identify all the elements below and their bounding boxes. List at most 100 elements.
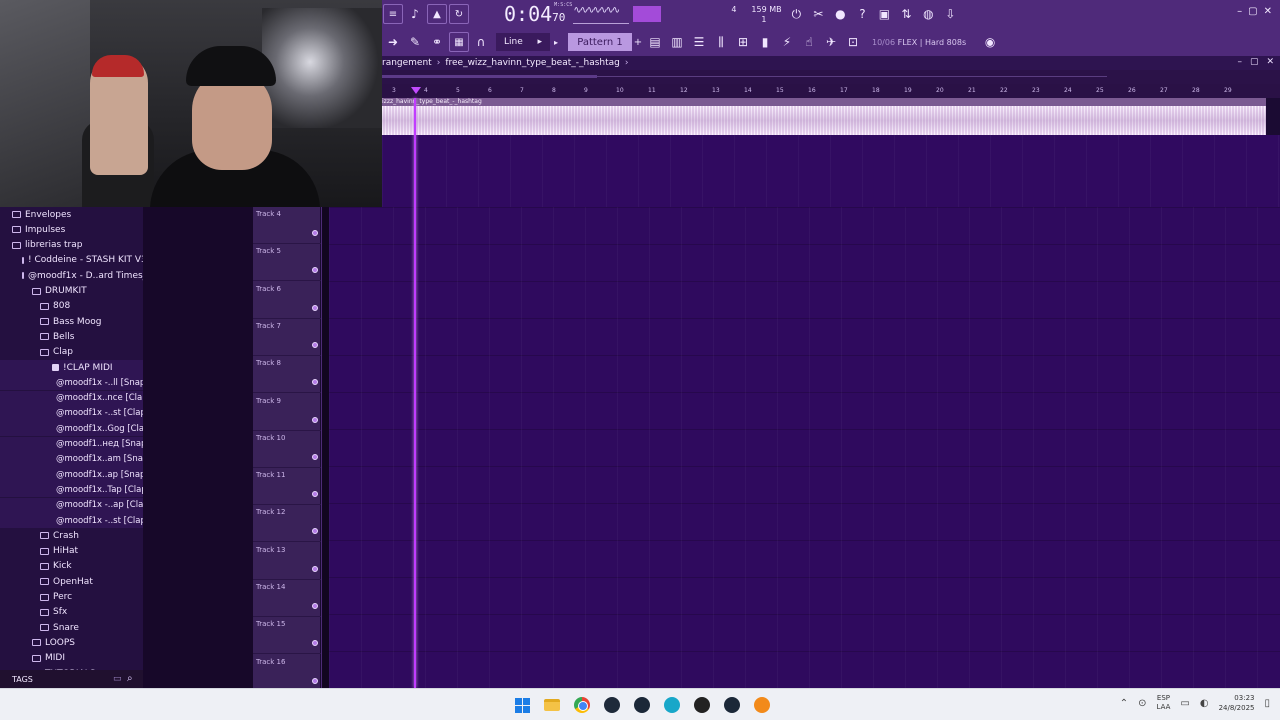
browser-item[interactable]: LOOPS: [0, 635, 143, 650]
browser-item[interactable]: @moodf1x -..ap [Clap]: [0, 497, 152, 513]
playlist-grid[interactable]: [329, 207, 1280, 688]
track-mute-icon[interactable]: [312, 528, 318, 535]
track-header[interactable]: Track 11: [253, 468, 321, 506]
track-mute-icon[interactable]: [312, 416, 318, 423]
browser-item[interactable]: librerias trap: [0, 238, 143, 253]
breadcrumb-file[interactable]: free_wizz_havinn_type_beat_-_hashtag: [445, 58, 620, 68]
touch-icon[interactable]: ☝: [799, 32, 819, 52]
track-header[interactable]: Track 16: [253, 655, 321, 692]
browser-item[interactable]: @moodf1x..am [Snap]: [0, 451, 152, 467]
browser-item[interactable]: @moodf1x -..st [Clap]: [0, 405, 149, 421]
fx-icon[interactable]: ✈: [821, 32, 841, 52]
snap-selector[interactable]: Line ▸: [496, 33, 550, 51]
app-icon[interactable]: [690, 693, 714, 717]
dark-app-icon[interactable]: [600, 693, 624, 717]
browser-item[interactable]: @moodf1x..Tap [Clap]: [0, 482, 150, 498]
chrome-icon[interactable]: [570, 693, 594, 717]
playhead[interactable]: [414, 98, 416, 688]
tray-mic-icon[interactable]: ⊙: [1138, 698, 1146, 709]
language-indicator[interactable]: ESP LAA: [1157, 694, 1171, 712]
magnet-icon[interactable]: ∩: [471, 32, 491, 52]
track-header[interactable]: Track 10: [253, 431, 321, 468]
plugin-icon[interactable]: ▮: [755, 32, 775, 52]
browser-item[interactable]: @moodf1x..nce [Clap]: [0, 390, 151, 406]
browser-item[interactable]: !CLAP MIDI: [0, 360, 143, 375]
track-mute-icon[interactable]: [312, 304, 318, 311]
track-header[interactable]: Track 15: [253, 617, 321, 655]
tray-chevron-icon[interactable]: ⌃: [1120, 698, 1128, 709]
track-header[interactable]: Track 9: [253, 394, 321, 431]
browser-item[interactable]: OpenHat: [0, 574, 143, 589]
download-icon[interactable]: ⇩: [940, 4, 960, 24]
browser-item[interactable]: Kick: [0, 559, 143, 574]
cart-icon[interactable]: ⊡: [843, 32, 863, 52]
power-icon[interactable]: ⏻: [786, 4, 806, 24]
track-mute-icon[interactable]: [312, 379, 318, 386]
track-header[interactable]: Track 13: [253, 543, 321, 580]
tools-icon[interactable]: ✂: [808, 4, 828, 24]
browser-item[interactable]: @moodf1x..ap [Snap]: [0, 467, 149, 483]
piano-roll-icon[interactable]: ▥: [667, 32, 687, 52]
playlist-minimize-icon[interactable]: –: [1237, 57, 1242, 67]
scrollbar-thumb[interactable]: [382, 75, 597, 78]
help-icon[interactable]: ?: [852, 4, 872, 24]
plug-icon[interactable]: ⚡: [777, 32, 797, 52]
close-icon[interactable]: ✕: [1264, 6, 1272, 17]
timeline-ruler[interactable]: 3 4 5 6 7 8 9 10 11 12 13 14 15 16 17 18 19 20 21 22 23 24 25 2…: [382, 84, 1280, 98]
pattern-add-icon[interactable]: +: [633, 32, 643, 52]
track-mute-icon[interactable]: [312, 453, 318, 460]
tag-folder-icon[interactable]: ▭: [113, 674, 123, 684]
browser-icon[interactable]: ⊞: [733, 32, 753, 52]
playlist-scrollbar[interactable]: [382, 70, 1280, 84]
browser-item[interactable]: Clap: [0, 345, 143, 360]
track-header[interactable]: Track 7: [253, 319, 321, 356]
track-header[interactable]: Track 12: [253, 505, 321, 543]
track-lane-divider[interactable]: [321, 207, 329, 688]
network-icon[interactable]: ▭: [1180, 698, 1189, 709]
playlist-close-icon[interactable]: ✕: [1266, 57, 1274, 67]
browser-item[interactable]: 808: [0, 299, 143, 314]
track-mute-icon[interactable]: [312, 565, 318, 572]
notification-icon[interactable]: ▯: [1264, 698, 1270, 709]
steam-2-icon[interactable]: [720, 693, 744, 717]
playlist-icon[interactable]: ▤: [645, 32, 665, 52]
browser-item[interactable]: Impulses: [0, 222, 143, 237]
arrow-right-icon[interactable]: ➜: [383, 32, 403, 52]
browser-item[interactable]: Envelopes: [0, 207, 143, 222]
tempo-icon[interactable]: ♪: [405, 4, 425, 24]
track-mute-icon[interactable]: [312, 341, 318, 348]
browser-item[interactable]: MIDI: [0, 651, 143, 666]
mixer-icon[interactable]: ⫼: [711, 32, 731, 52]
track-mute-icon[interactable]: [312, 267, 318, 274]
browser-item[interactable]: Perc: [0, 590, 143, 605]
mic-icon[interactable]: ●: [830, 4, 850, 24]
browser-item[interactable]: Bass Moog: [0, 314, 143, 329]
browser-item[interactable]: @moodf1..нед [Snap]: [0, 436, 150, 452]
audio-clip[interactable]: izzz_havinn_type_beat_-_hashtag: [382, 98, 1266, 135]
steam-icon[interactable]: [630, 693, 654, 717]
maximize-icon[interactable]: ▢: [1248, 6, 1257, 17]
browser-item[interactable]: Crash: [0, 528, 143, 543]
metronome-icon[interactable]: ▲: [427, 4, 447, 24]
minimize-icon[interactable]: –: [1237, 6, 1242, 17]
track-header[interactable]: Track 5: [253, 244, 321, 282]
pattern-prev-icon[interactable]: ▸: [551, 32, 561, 52]
hint-gear-icon[interactable]: ◉: [980, 32, 1000, 52]
browser-item[interactable]: DRUMKIT: [0, 284, 143, 299]
track-header[interactable]: Track 6: [253, 282, 321, 319]
save-icon[interactable]: ▣: [874, 4, 894, 24]
browser-item[interactable]: HiHat: [0, 544, 143, 559]
browser-item[interactable]: @moodf1x - D..ard Times_: [0, 268, 147, 283]
edge-icon[interactable]: [660, 693, 684, 717]
clock[interactable]: 03:23 24/8/2025: [1219, 693, 1255, 713]
scrollbar-track[interactable]: [597, 76, 1107, 77]
tag-search-icon[interactable]: ⌕: [127, 674, 137, 684]
chat-icon[interactable]: ◍: [918, 4, 938, 24]
stamp-icon[interactable]: ▦: [449, 32, 469, 52]
pattern-selector[interactable]: Pattern 1: [568, 33, 632, 51]
track-mute-icon[interactable]: [312, 230, 318, 236]
fl-studio-icon[interactable]: [750, 693, 774, 717]
export-icon[interactable]: ⇅: [896, 4, 916, 24]
link-icon[interactable]: ⚭: [427, 32, 447, 52]
browser-item[interactable]: ! Coddeine - STASH KIT V3 !: [0, 253, 153, 268]
